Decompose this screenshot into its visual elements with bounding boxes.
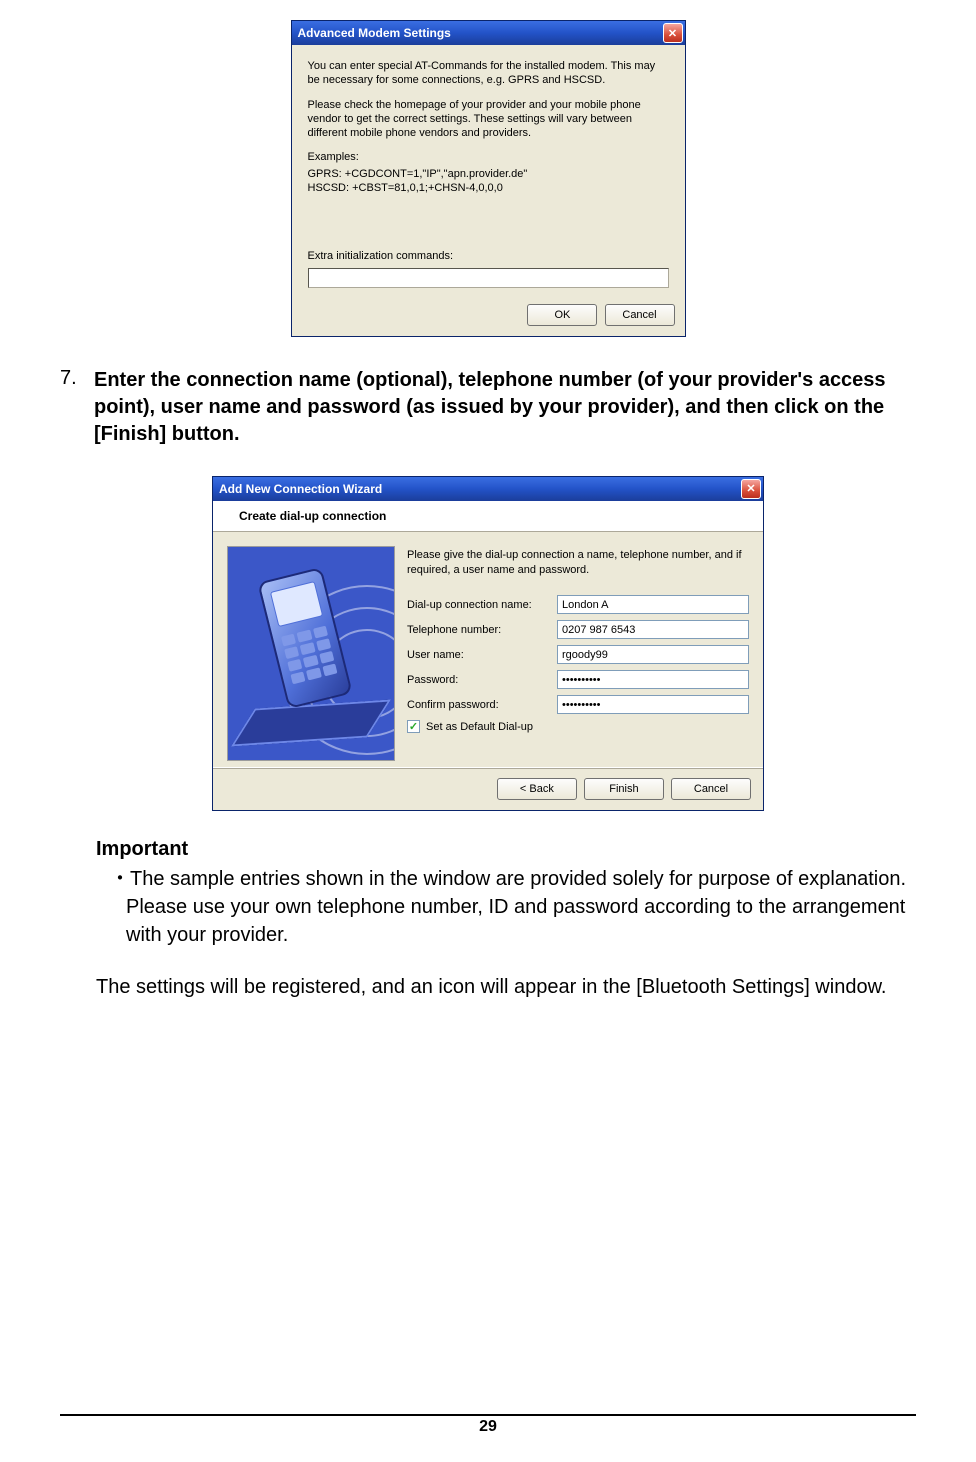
confirm-password-label: Confirm password: (407, 699, 557, 711)
cancel-button[interactable]: Cancel (605, 304, 675, 326)
connection-name-input[interactable] (557, 595, 749, 614)
step-7: 7. Enter the connection name (optional),… (60, 367, 916, 448)
ok-button[interactable]: OK (527, 304, 597, 326)
outro-text: The settings will be registered, and an … (96, 973, 916, 1001)
close-icon[interactable]: ✕ (663, 23, 683, 43)
step-number: 7. (60, 367, 94, 448)
wizard-intro: Please give the dial-up connection a nam… (407, 548, 749, 578)
password-input[interactable] (557, 670, 749, 689)
password-label: Password: (407, 674, 557, 686)
default-dialup-checkbox[interactable]: ✓ (407, 720, 420, 733)
step-text: Enter the connection name (optional), te… (94, 367, 916, 448)
page-number: 29 (60, 1414, 916, 1436)
extra-init-input[interactable] (308, 268, 669, 288)
dialog-text: Please check the homepage of your provid… (308, 98, 669, 141)
dialog-titlebar: Add New Connection Wizard ✕ (213, 477, 763, 501)
dialog-title: Advanced Modem Settings (298, 26, 451, 40)
telephone-label: Telephone number: (407, 624, 557, 636)
connection-name-label: Dial-up connection name: (407, 599, 557, 611)
telephone-input[interactable] (557, 620, 749, 639)
advanced-modem-settings-dialog: Advanced Modem Settings ✕ You can enter … (291, 20, 686, 337)
default-dialup-label: Set as Default Dial-up (426, 721, 533, 733)
confirm-password-input[interactable] (557, 695, 749, 714)
wizard-header: Create dial-up connection (213, 501, 763, 532)
extra-init-label: Extra initialization commands: (308, 249, 669, 263)
important-bullet: ・The sample entries shown in the window … (96, 865, 916, 949)
cancel-button[interactable]: Cancel (671, 778, 751, 800)
example-line: HSCSD: +CBST=81,0,1;+CHSN-4,0,0,0 (308, 181, 669, 195)
wizard-heading: Create dial-up connection (239, 509, 751, 523)
dialog-titlebar: Advanced Modem Settings ✕ (292, 21, 685, 45)
close-icon[interactable]: ✕ (741, 479, 761, 499)
examples-label: Examples: (308, 150, 669, 164)
add-new-connection-wizard-dialog: Add New Connection Wizard ✕ Create dial-… (212, 476, 764, 811)
important-heading: Important (96, 835, 916, 863)
username-label: User name: (407, 649, 557, 661)
username-input[interactable] (557, 645, 749, 664)
dialog-text: You can enter special AT-Commands for th… (308, 59, 669, 88)
back-button[interactable]: < Back (497, 778, 577, 800)
wizard-illustration (227, 546, 395, 761)
finish-button[interactable]: Finish (584, 778, 664, 800)
example-line: GPRS: +CGDCONT=1,"IP","apn.provider.de" (308, 167, 669, 181)
dialog-title: Add New Connection Wizard (219, 482, 382, 496)
